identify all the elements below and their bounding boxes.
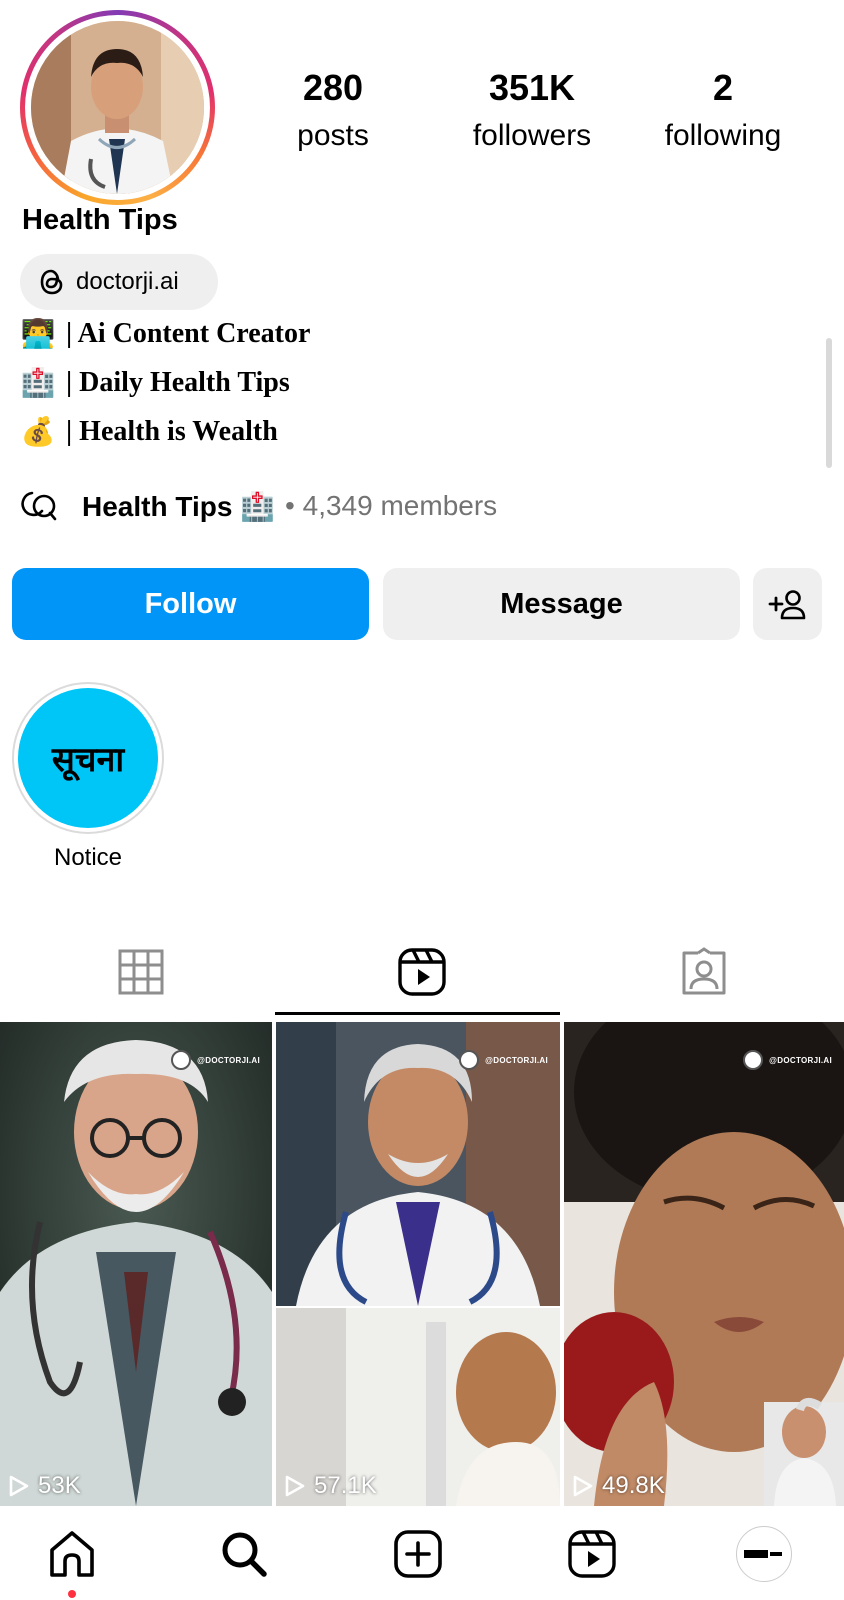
bio-text-2: | Daily Health Tips bbox=[66, 367, 290, 398]
profile-avatar[interactable] bbox=[31, 21, 204, 194]
stat-followers-label: followers bbox=[472, 119, 592, 152]
grid-icon bbox=[118, 949, 163, 995]
technologist-emoji-icon: 👨‍💻 bbox=[20, 317, 56, 350]
add-user-icon bbox=[768, 590, 805, 620]
story-highlight-notice[interactable]: सूचना bbox=[12, 682, 164, 834]
stat-posts-label: posts bbox=[297, 119, 369, 152]
reel-watermark: @DOCTORJI.AI bbox=[459, 1050, 548, 1070]
money-bag-emoji-icon: 💰 bbox=[20, 415, 56, 448]
highlight-cover: सूचना bbox=[18, 688, 158, 828]
nav-search[interactable] bbox=[214, 1526, 274, 1582]
watermark-logo-icon bbox=[743, 1050, 764, 1070]
message-button[interactable]: Message bbox=[383, 568, 740, 640]
reel-image-woman-apple bbox=[564, 1022, 844, 1506]
stat-followers-value: 351K bbox=[488, 67, 576, 108]
reel-image-doctor-collage bbox=[276, 1022, 560, 1506]
active-tab-indicator bbox=[275, 1012, 560, 1015]
stat-following-value: 2 bbox=[712, 67, 734, 108]
nav-profile[interactable] bbox=[734, 1526, 794, 1582]
profile-avatar bbox=[736, 1526, 792, 1582]
tab-posts-grid[interactable] bbox=[0, 930, 281, 1014]
bio-text-1: | Ai Content Creator bbox=[66, 318, 311, 349]
home-icon bbox=[50, 1531, 94, 1577]
reels-icon bbox=[568, 1530, 616, 1578]
reel-views-value: 49.8K bbox=[602, 1472, 665, 1499]
watermark-text: @DOCTORJI.AI bbox=[197, 1055, 260, 1065]
reel-image-old-doctor bbox=[0, 1022, 272, 1506]
threads-handle: doctorji.ai bbox=[76, 268, 179, 295]
suggested-users-button[interactable] bbox=[753, 568, 822, 640]
stat-followers[interactable]: 351K followers bbox=[437, 68, 627, 156]
watermark-logo-icon bbox=[459, 1050, 480, 1070]
tab-reels[interactable] bbox=[281, 930, 562, 1014]
hospital-emoji-icon: 🏥 bbox=[20, 366, 56, 399]
follow-button[interactable]: Follow bbox=[12, 568, 369, 640]
scrollbar[interactable] bbox=[826, 338, 832, 468]
bio-text-3: | Health is Wealth bbox=[66, 416, 278, 447]
highlight-label: Notice bbox=[53, 844, 123, 871]
reel-view-count: 49.8K bbox=[572, 1472, 665, 1500]
stat-following[interactable]: 2 following bbox=[628, 68, 818, 156]
nav-reels[interactable] bbox=[562, 1526, 622, 1582]
nav-create[interactable] bbox=[388, 1526, 448, 1582]
threads-icon bbox=[40, 269, 63, 295]
play-icon bbox=[573, 1475, 593, 1497]
bio-line-2: 🏥 | Daily Health Tips bbox=[20, 365, 290, 401]
reels-icon bbox=[397, 948, 446, 996]
tab-tagged[interactable] bbox=[563, 930, 844, 1014]
reel-thumbnail[interactable]: @DOCTORJI.AI 53K bbox=[0, 1022, 272, 1506]
profile-thumbnail-image bbox=[744, 1550, 782, 1558]
profile-avatar-ring[interactable] bbox=[20, 10, 215, 205]
notification-dot bbox=[68, 1590, 76, 1598]
bio-line-3: 💰 | Health is Wealth bbox=[20, 414, 278, 450]
broadcast-channel-link[interactable]: Health Tips 🏥 • 4,349 members bbox=[20, 488, 497, 524]
doctor-portrait-image bbox=[31, 21, 204, 194]
stat-posts[interactable]: 280 posts bbox=[238, 68, 428, 156]
reel-thumbnail[interactable]: @DOCTORJI.AI 49.8K bbox=[564, 1022, 844, 1506]
broadcast-channel-icon bbox=[21, 491, 57, 521]
watermark-text: @DOCTORJI.AI bbox=[769, 1055, 832, 1065]
channel-member-count: • 4,349 members bbox=[285, 490, 498, 521]
search-icon bbox=[222, 1532, 267, 1577]
reel-view-count: 53K bbox=[8, 1472, 81, 1500]
reel-views-value: 53K bbox=[38, 1472, 81, 1499]
reel-views-value: 57.1K bbox=[314, 1472, 377, 1499]
reel-watermark: @DOCTORJI.AI bbox=[743, 1050, 832, 1070]
watermark-text: @DOCTORJI.AI bbox=[485, 1055, 548, 1065]
profile-name: Health Tips bbox=[22, 204, 178, 236]
create-icon bbox=[394, 1530, 442, 1578]
nav-home[interactable] bbox=[42, 1526, 102, 1582]
avatar-border bbox=[25, 15, 210, 200]
reel-watermark: @DOCTORJI.AI bbox=[171, 1050, 260, 1070]
channel-name: Health Tips 🏥 bbox=[82, 490, 276, 522]
watermark-logo-icon bbox=[171, 1050, 192, 1070]
reel-view-count: 57.1K bbox=[284, 1472, 377, 1500]
play-icon bbox=[9, 1475, 29, 1497]
stat-following-label: following bbox=[664, 119, 782, 152]
bottom-navigation-bar bbox=[0, 1506, 844, 1600]
tagged-icon bbox=[682, 947, 725, 995]
reel-thumbnail[interactable]: @DOCTORJI.AI 57.1K bbox=[276, 1022, 560, 1506]
bio-line-1: 👨‍💻 | Ai Content Creator bbox=[20, 316, 311, 352]
threads-link-chip[interactable]: doctorji.ai bbox=[20, 254, 218, 310]
stat-posts-value: 280 bbox=[302, 67, 364, 108]
play-icon bbox=[285, 1475, 305, 1497]
